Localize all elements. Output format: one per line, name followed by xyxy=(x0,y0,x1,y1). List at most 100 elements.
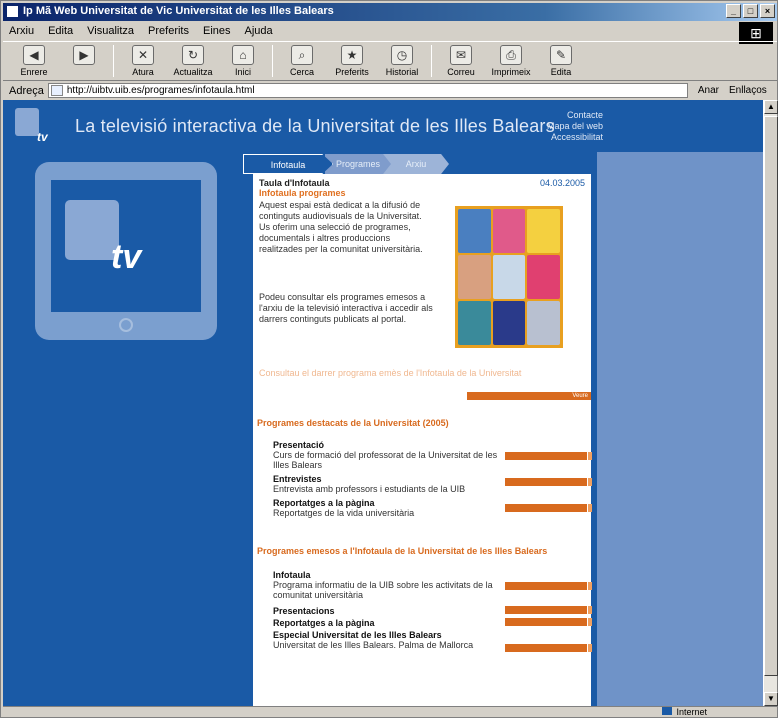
security-zone: Internet xyxy=(662,707,707,717)
watch-button[interactable] xyxy=(505,644,592,652)
toolbar-separator xyxy=(431,45,432,77)
forward-icon: ▶ xyxy=(73,45,95,65)
menu-view[interactable]: Visualitza xyxy=(87,25,134,37)
header-links: Contacte Mapa del web Accessibilitat xyxy=(547,110,603,143)
home-button[interactable]: ⌂ Inici xyxy=(218,42,268,80)
section-title-featured: Programes destacats de la Universitat (2… xyxy=(257,418,449,428)
go-button[interactable]: Anar xyxy=(698,85,719,96)
back-icon: ◀ xyxy=(23,45,45,65)
browser-window: Ip Mã Web Universitat de Vic Universitat… xyxy=(0,0,778,718)
scroll-down-arrow-icon[interactable]: ▼ xyxy=(764,692,778,706)
history-button[interactable]: ◷ Historial xyxy=(377,42,427,80)
program-poster-image[interactable] xyxy=(455,206,563,348)
scroll-up-arrow-icon[interactable]: ▲ xyxy=(764,100,778,114)
search-icon: ⌕ xyxy=(291,45,313,65)
tablet-illustration: tv xyxy=(35,162,217,340)
mail-button[interactable]: ✉ Correu xyxy=(436,42,486,80)
menu-tools[interactable]: Eines xyxy=(203,25,231,37)
watch-button[interactable] xyxy=(505,478,592,486)
stop-button[interactable]: ✕ Atura xyxy=(118,42,168,80)
toolbar-separator xyxy=(113,45,114,77)
list-item: Reportatges a la pàgina xyxy=(273,618,375,628)
menu-file[interactable]: Arxiu xyxy=(9,25,34,37)
logo-mark xyxy=(15,108,39,136)
tablet-home-button-icon xyxy=(119,318,133,332)
forward-button[interactable]: ▶ xyxy=(59,42,109,80)
stop-icon: ✕ xyxy=(132,45,154,65)
address-input[interactable]: http://uibtv.uib.es/programes/infotaula.… xyxy=(47,83,688,98)
poster-tile xyxy=(492,209,526,253)
status-bar: Internet xyxy=(3,706,777,718)
search-button[interactable]: ⌕ Cerca xyxy=(277,42,327,80)
poster-tile xyxy=(458,301,491,345)
list-item: Entrevistes Entrevista amb professors i … xyxy=(273,474,466,494)
edit-button[interactable]: ✎ Edita xyxy=(536,42,586,80)
toolbar: ◀ Enrere ▶ ✕ Atura ↻ Actualitza ⌂ Inici ⌕ Cer… xyxy=(3,41,777,81)
edit-icon: ✎ xyxy=(550,45,572,65)
tab-archive[interactable]: Arxiu xyxy=(383,154,449,174)
poster-tile xyxy=(527,209,560,253)
watch-button[interactable] xyxy=(505,504,592,512)
globe-icon xyxy=(662,707,673,715)
page-icon xyxy=(50,85,63,96)
tablet-screen: tv xyxy=(51,180,201,312)
poster-tile xyxy=(492,301,526,345)
favorites-button[interactable]: ★ Preferits xyxy=(327,42,377,80)
site-title: La televisió interactiva de la Universit… xyxy=(75,116,555,136)
poster-tile xyxy=(458,209,491,253)
watch-button[interactable] xyxy=(505,618,592,626)
links-button[interactable]: Enllaços xyxy=(729,85,767,96)
content-heading: Taula d'Infotaula xyxy=(259,178,330,188)
watch-button[interactable] xyxy=(505,582,592,590)
toolbar-separator xyxy=(272,45,273,77)
refresh-button[interactable]: ↻ Actualitza xyxy=(168,42,218,80)
tab-infotaula[interactable]: Infotaula xyxy=(243,154,333,174)
intro-paragraph: Aquest espai està dedicat a la difusió d… xyxy=(259,200,423,254)
refresh-icon: ↻ xyxy=(182,45,204,65)
header-link-sitemap[interactable]: Mapa del web xyxy=(547,121,603,132)
list-item: Presentació Curs de formació del profess… xyxy=(273,440,498,470)
content-panel: Taula d'Infotaula 04.03.2005 Infotaula p… xyxy=(253,174,592,706)
history-icon: ◷ xyxy=(391,45,413,65)
list-item: Presentacions xyxy=(273,606,335,616)
list-item: Reportatges a la pàgina Reportatges de l… xyxy=(273,498,415,518)
menu-bar: Arxiu Edita Visualitza Preferits Eines A… xyxy=(3,22,777,39)
content-tabs: Arxiu Programes Infotaula xyxy=(243,154,453,174)
poster-tile xyxy=(458,255,491,299)
poster-tile xyxy=(492,255,526,299)
ie-icon xyxy=(6,5,19,18)
logo-tv-text: tv xyxy=(37,130,48,144)
minimize-button[interactable]: _ xyxy=(726,4,741,18)
vertical-scrollbar[interactable]: ▲ ▼ xyxy=(763,100,778,706)
watch-button[interactable] xyxy=(505,452,592,460)
back-button[interactable]: ◀ Enrere xyxy=(9,42,59,80)
section-title-broadcast: Programes emesos a l'Infotaula de la Uni… xyxy=(257,546,548,556)
print-icon: ⎙ xyxy=(500,45,522,65)
header-link-contact[interactable]: Contacte xyxy=(547,110,603,121)
page-viewport: tv La televisió interactiva de la Univer… xyxy=(3,100,763,706)
tablet-logo-tv: tv xyxy=(111,238,142,276)
site-logo[interactable]: tv xyxy=(15,108,55,144)
maximize-button[interactable]: □ xyxy=(743,4,758,18)
latest-program-note: Consultau el darrer programa emès de l'I… xyxy=(259,368,522,378)
scroll-thumb[interactable] xyxy=(764,116,778,676)
watch-latest-button[interactable]: Veure xyxy=(467,392,591,400)
poster-tile xyxy=(527,301,560,345)
tab-programs[interactable]: Programes xyxy=(325,154,391,174)
list-item: Especial Universitat de les Illes Balear… xyxy=(273,630,474,650)
address-bar: Adreça http://uibtv.uib.es/programes/inf… xyxy=(3,82,777,99)
content-date: 04.03.2005 xyxy=(539,178,585,188)
site-header: tv La televisió interactiva de la Univer… xyxy=(3,100,763,152)
home-icon: ⌂ xyxy=(232,45,254,65)
watch-button[interactable] xyxy=(505,606,592,614)
header-link-accessibility[interactable]: Accessibilitat xyxy=(547,132,603,143)
menu-help[interactable]: Ajuda xyxy=(245,25,273,37)
print-button[interactable]: ⎙ Imprimeix xyxy=(486,42,536,80)
content-subheading: Infotaula programes xyxy=(259,188,346,198)
close-button[interactable]: × xyxy=(760,4,775,18)
right-panel xyxy=(597,152,763,706)
address-label: Adreça xyxy=(9,84,44,97)
menu-favorites[interactable]: Preferits xyxy=(148,25,189,37)
address-value: http://uibtv.uib.es/programes/infotaula.… xyxy=(66,85,255,96)
menu-edit[interactable]: Edita xyxy=(48,25,73,37)
